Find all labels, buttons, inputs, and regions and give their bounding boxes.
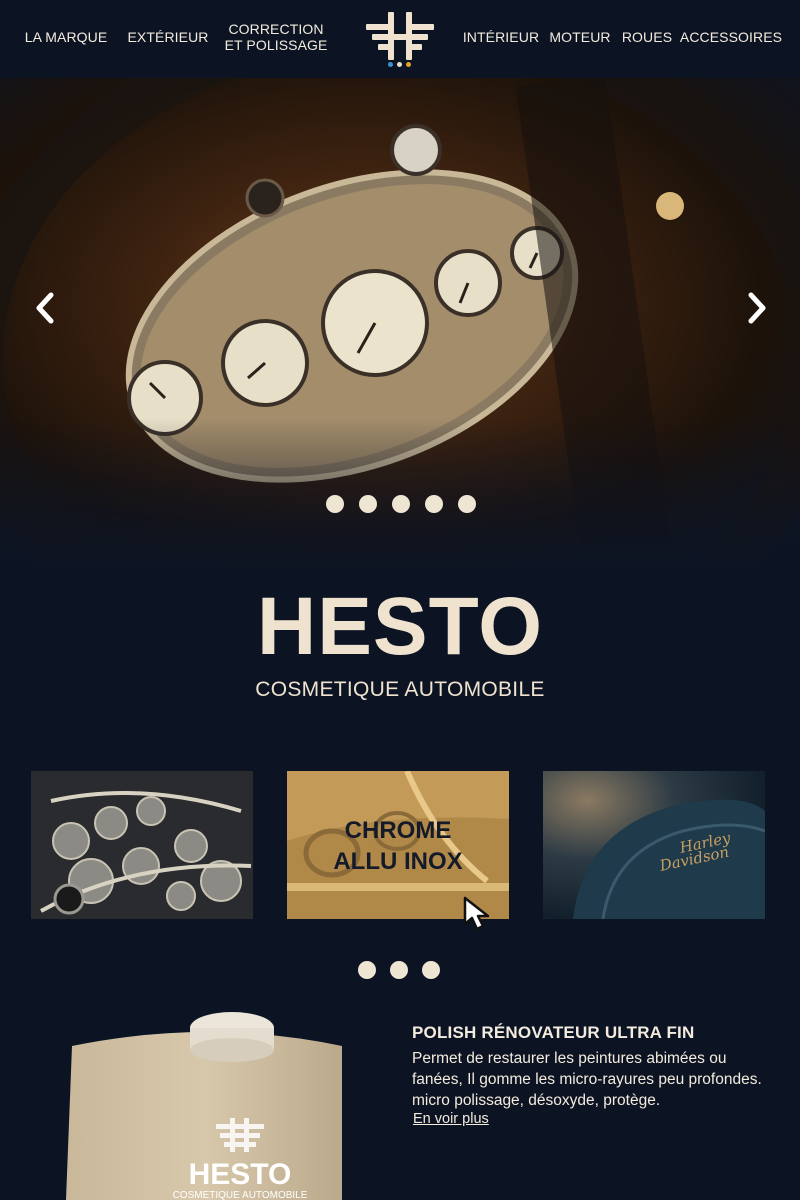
cards-dot-3[interactable] <box>422 961 440 979</box>
card-chrome-label: CHROME ALLU INOX <box>287 815 509 877</box>
cards-dot-1[interactable] <box>358 961 376 979</box>
nav-la-marque[interactable]: LA MARQUE <box>22 0 110 74</box>
hero-pagination <box>326 495 476 513</box>
mouse-cursor-icon <box>463 896 490 931</box>
top-navigation: LA MARQUE EXTÉRIEUR CORRECTION ET POLISS… <box>0 0 800 78</box>
logo-dots <box>388 62 411 67</box>
motorcycle-tank-image: Harley Davidson <box>543 771 765 919</box>
brand-subtitle: COSMETIQUE AUTOMOBILE <box>255 678 545 701</box>
product-title: POLISH RÉNOVATEUR ULTRA FIN <box>412 1023 695 1042</box>
hero-dot-3[interactable] <box>392 495 410 513</box>
brand-title: HESTO <box>257 581 543 672</box>
hero-dot-4[interactable] <box>425 495 443 513</box>
chevron-right-icon <box>748 292 766 324</box>
nav-exterieur[interactable]: EXTÉRIEUR <box>127 0 208 74</box>
card-chrome-line1: CHROME <box>344 817 452 844</box>
product-can-image[interactable]: HESTO COSMETIQUE AUTOMOBILE <box>58 1006 358 1200</box>
card-chrome-line2: ALLU INOX <box>333 848 463 875</box>
slider-next-button[interactable] <box>742 288 772 328</box>
nav-roues[interactable]: ROUES <box>620 0 674 74</box>
hero-dot-5[interactable] <box>458 495 476 513</box>
category-card-engine[interactable] <box>31 771 253 919</box>
product-see-more-link[interactable]: En voir plus <box>413 1111 489 1127</box>
product-description: Permet de restaurer les peintures abimée… <box>412 1050 762 1109</box>
nav-correction-polissage[interactable]: CORRECTION ET POLISSAGE <box>222 0 330 74</box>
chevron-left-icon <box>36 292 54 324</box>
can-sub-text: COSMETIQUE AUTOMOBILE <box>173 1190 308 1200</box>
category-card-motorcycle[interactable]: Harley Davidson <box>543 771 765 919</box>
cards-dot-2[interactable] <box>390 961 408 979</box>
hero-dot-2[interactable] <box>359 495 377 513</box>
logo-dot-cream <box>397 62 402 67</box>
nav-interieur[interactable]: INTÉRIEUR <box>462 0 540 74</box>
slider-prev-button[interactable] <box>30 288 60 328</box>
can-brand-text: HESTO <box>189 1158 292 1191</box>
logo-dot-gold <box>406 62 411 67</box>
hero-slider <box>0 78 800 578</box>
logo-dot-blue <box>388 62 393 67</box>
engine-image <box>31 771 253 919</box>
hero-dot-1[interactable] <box>326 495 344 513</box>
cards-pagination <box>358 961 440 979</box>
nav-accessoires[interactable]: ACCESSOIRES <box>680 0 782 74</box>
nav-moteur[interactable]: MOTEUR <box>548 0 612 74</box>
